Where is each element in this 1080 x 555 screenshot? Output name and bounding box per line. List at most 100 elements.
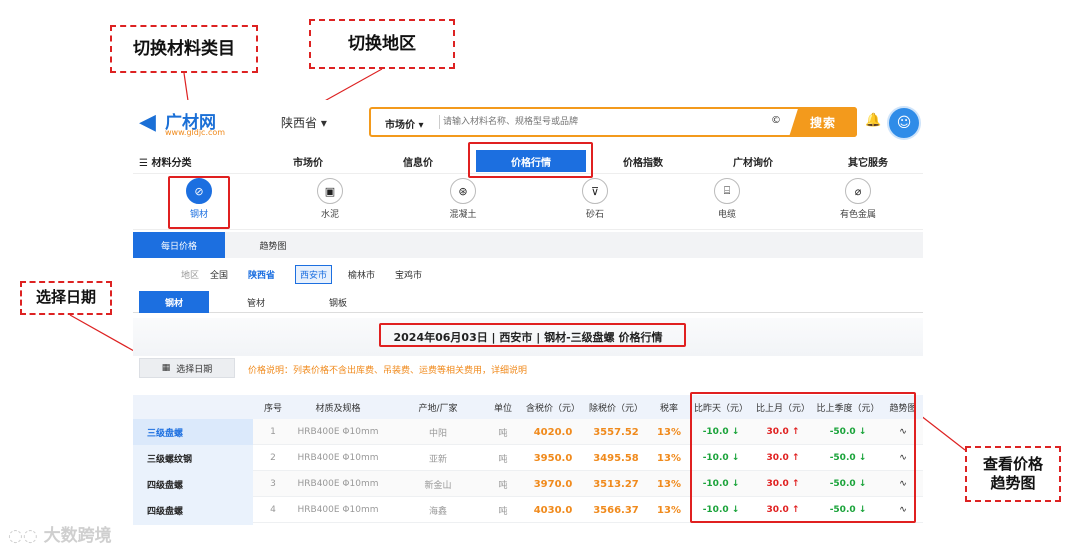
annotation-view-trend: 查看价格 趋势图 <box>965 446 1061 502</box>
calendar-icon: ▦ <box>161 363 171 373</box>
cell-tax-price: 4030.0 <box>533 504 573 516</box>
category-menu-button[interactable]: ☰ 材料分类 <box>139 150 209 172</box>
search-input[interactable] <box>443 113 763 131</box>
trend-chart-icon[interactable]: ∿ <box>885 445 921 471</box>
category-sand[interactable]: ⊽ 砂石 <box>560 178 630 220</box>
table-row[interactable]: 1 HRB400E Φ10mm 中阳 吨 4020.0 3557.52 13% … <box>253 419 923 445</box>
avatar[interactable]: ☺ <box>887 106 921 140</box>
nav-item-market-price[interactable]: 市场价 <box>263 150 353 172</box>
cell-vs-month: 30.0 ↑ <box>766 479 800 489</box>
cell-net-price: 3557.52 <box>593 426 639 438</box>
cell-vs-yesterday: -10.0 ↓ <box>702 505 740 515</box>
logo[interactable]: ◀ 广材网 www.gldjc.com <box>139 106 239 138</box>
watermark-icon: ◌◌ <box>8 526 44 546</box>
annotation-switch-category: 切换材料类目 <box>110 25 258 73</box>
category-concrete[interactable]: ⊛ 混凝土 <box>428 178 498 220</box>
nav-item-price-index[interactable]: 价格指数 <box>598 150 688 172</box>
annotation-text: 趋势图 <box>990 474 1036 492</box>
cement-icon: ▣ <box>317 178 343 204</box>
column-header: 含税价（元） <box>525 403 580 414</box>
tab-pipe[interactable]: 管材 <box>221 291 291 313</box>
cell-net-price: 3495.58 <box>593 452 639 464</box>
logo-url: www.gldjc.com <box>165 128 226 137</box>
bell-icon[interactable]: 🔔 <box>865 113 881 128</box>
column-header: 产地/厂家 <box>418 403 458 414</box>
category-label: 砂石 <box>585 210 604 220</box>
cell-spec: HRB400E Φ10mm <box>297 505 379 515</box>
divider <box>439 115 440 129</box>
region-city-baoji[interactable]: 宝鸡市 <box>395 268 422 281</box>
column-header: 税率 <box>659 403 678 414</box>
page-title: 2024年06月03日 | 西安市 | 钢材-三级盘螺 价格行情 <box>133 318 923 356</box>
annotation-text: 切换地区 <box>348 33 416 54</box>
cell-origin: 亚新 <box>428 454 447 465</box>
annotation-text: 选择日期 <box>35 288 96 307</box>
region-city-xian[interactable]: 西安市 <box>295 265 333 284</box>
list-item[interactable]: 三级螺纹钢 <box>133 445 253 471</box>
cell-spec: HRB400E Φ10mm <box>297 427 379 437</box>
cell-unit: 吨 <box>498 428 508 439</box>
region-selector[interactable]: 陕西省 ▾ <box>281 114 327 131</box>
cell-vs-quarter: -50.0 ↓ <box>829 505 867 515</box>
cell-no: 1 <box>270 427 276 437</box>
category-nonferrous[interactable]: ⌀ 有色金属 <box>823 178 893 220</box>
cell-vs-quarter: -50.0 ↓ <box>829 479 867 489</box>
table-row[interactable]: 2 HRB400E Φ10mm 亚新 吨 3950.0 3495.58 13% … <box>253 445 923 471</box>
search-type-dropdown[interactable]: 市场价 ▾ <box>385 116 424 131</box>
price-note[interactable]: 价格说明：列表价格不含出库费、吊装费、运费等相关费用，详细说明 <box>248 363 527 376</box>
cell-rate: 13% <box>657 426 681 438</box>
nav-item-other-services[interactable]: 其它服务 <box>823 150 913 172</box>
cell-spec: HRB400E Φ10mm <box>297 479 379 489</box>
category-cement[interactable]: ▣ 水泥 <box>295 178 365 220</box>
column-header: 序号 <box>263 403 282 414</box>
category-label: 有色金属 <box>839 210 876 220</box>
category-steel[interactable]: ⊘ 钢材 <box>164 178 234 220</box>
table-row[interactable]: 4 HRB400E Φ10mm 海鑫 吨 4030.0 3566.37 13% … <box>253 497 923 523</box>
list-item[interactable]: 三级盘螺 <box>133 419 253 445</box>
cell-rate: 13% <box>657 504 681 516</box>
trend-chart-icon[interactable]: ∿ <box>885 471 921 497</box>
region-label: 地区 <box>181 271 200 281</box>
cell-vs-month: 30.0 ↑ <box>766 505 800 515</box>
date-bar: ▦ 选择日期 价格说明：列表价格不含出库费、吊装费、运费等相关费用，详细说明 <box>133 358 923 382</box>
region-city-yulin[interactable]: 榆林市 <box>348 268 375 281</box>
cell-no: 4 <box>270 505 276 515</box>
cell-no: 3 <box>270 479 276 489</box>
nav-item-price-trend[interactable]: 价格行情 <box>476 150 586 172</box>
tab-daily-price[interactable]: 每日价格 <box>133 232 225 258</box>
select-date-button[interactable]: ▦ 选择日期 <box>139 358 235 378</box>
cell-vs-quarter: -50.0 ↓ <box>829 453 867 463</box>
annotation-switch-region: 切换地区 <box>309 19 455 69</box>
search-button[interactable]: 搜索 <box>789 107 857 137</box>
tab-plate[interactable]: 钢板 <box>303 291 373 313</box>
cell-vs-yesterday: -10.0 ↓ <box>702 453 740 463</box>
cell-net-price: 3566.37 <box>593 504 639 516</box>
table-row[interactable]: 3 HRB400E Φ10mm 新金山 吨 3970.0 3513.27 13%… <box>253 471 923 497</box>
cable-icon: ⌸ <box>714 178 740 204</box>
region-filter: 地区 全国 陕西省 西安市 榆林市 宝鸡市 <box>133 264 923 286</box>
material-tabs: 钢材 管材 钢板 <box>133 291 923 313</box>
trend-chart-icon[interactable]: ∿ <box>885 419 921 445</box>
category-label: 钢材 <box>189 210 208 220</box>
nav-item-info-price[interactable]: 信息价 <box>373 150 463 172</box>
logo-icon: ◀ <box>139 110 156 135</box>
material-categories: ⊘ 钢材 ▣ 水泥 ⊛ 混凝土 ⊽ 砂石 ⌸ 电缆 ⌀ 有色金属 <box>133 176 923 230</box>
watermark: ◌◌ 大数跨境 <box>8 521 112 546</box>
category-cable[interactable]: ⌸ 电缆 <box>692 178 762 220</box>
clear-icon[interactable]: © <box>771 115 781 126</box>
trend-chart-icon[interactable]: ∿ <box>885 497 921 523</box>
cell-unit: 吨 <box>498 506 508 517</box>
list-item[interactable]: 四级盘螺 <box>133 471 253 497</box>
cell-origin: 中阳 <box>428 428 447 439</box>
cell-vs-yesterday: -10.0 ↓ <box>702 479 740 489</box>
region-province[interactable]: 陕西省 <box>248 268 275 281</box>
main-nav: ☰ 材料分类 市场价 信息价 价格行情 价格指数 广材询价 其它服务 <box>133 150 923 174</box>
cell-tax-price: 3950.0 <box>533 452 573 464</box>
tab-steel[interactable]: 钢材 <box>139 291 209 313</box>
list-item[interactable]: 四级盘螺 <box>133 497 253 523</box>
column-header: 比上月（元） <box>755 403 810 414</box>
tab-trend-chart[interactable]: 趋势图 <box>233 232 313 258</box>
nav-item-inquiry[interactable]: 广材询价 <box>708 150 798 172</box>
cell-rate: 13% <box>657 478 681 490</box>
region-all[interactable]: 全国 <box>210 268 228 281</box>
